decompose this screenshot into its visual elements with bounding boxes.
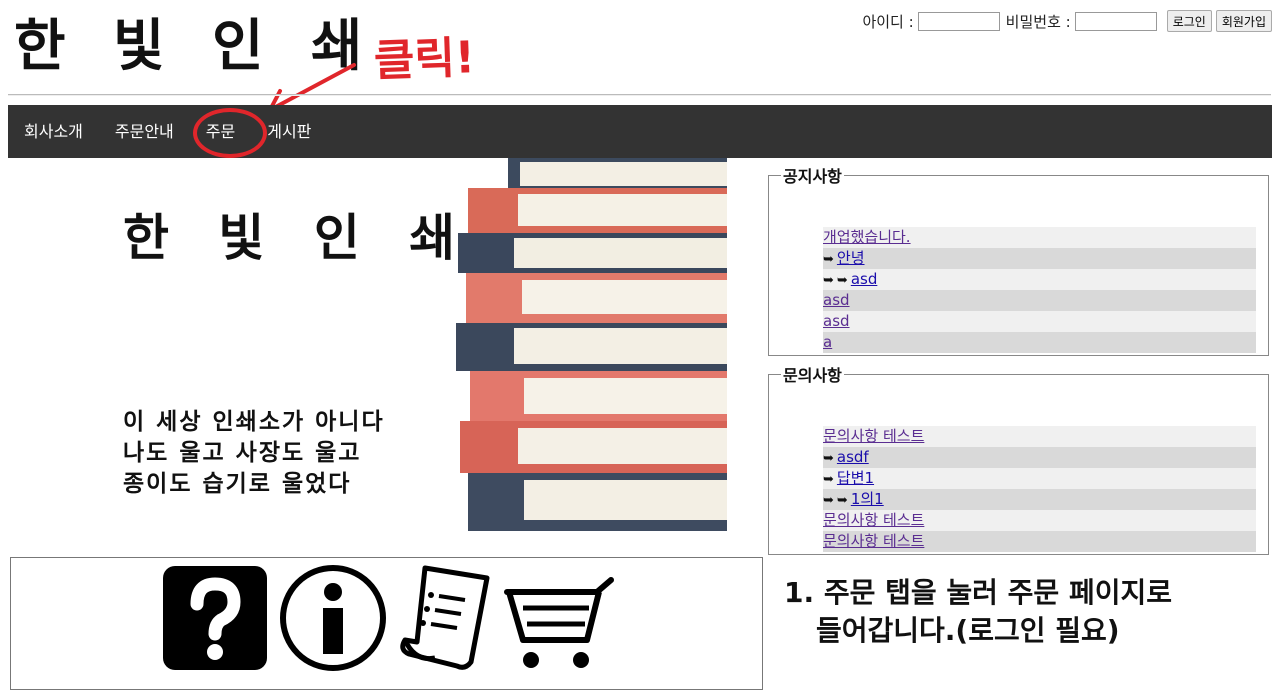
id-input[interactable]	[917, 11, 1000, 31]
qna-link[interactable]: 답변1	[837, 469, 874, 487]
quick-icons-panel	[10, 557, 763, 690]
notice-row: ➥ ➥ asd	[823, 269, 1256, 290]
qna-board: 문의사항 문의사항 테스트 ➥ asdf ➥ 답변1 ➥ ➥ 1의1 문의사항 테스트 문의사항 …	[768, 362, 1269, 555]
nav-order[interactable]: 주문	[190, 105, 251, 158]
password-label: 비밀번호 :	[1005, 12, 1071, 31]
reply-arrow-icon: ➥	[823, 472, 834, 487]
login-bar: 아이디 : 비밀번호 : 로그인 회원가입	[862, 10, 1272, 32]
main-banner: 한 빛 인 쇄 이 세상 인쇄소가 아니다 나도 울고 사장도 울고 종이도 습…	[8, 158, 727, 531]
qna-list: 문의사항 테스트 ➥ asdf ➥ 답변1 ➥ ➥ 1의1 문의사항 테스트 문의사항 테스트	[823, 426, 1256, 552]
notice-row: 개업했습니다.	[823, 227, 1256, 248]
site-logo[interactable]: 한 빛 인 쇄	[14, 10, 377, 82]
instruction-line-1: 1. 주문 탭을 눌러 주문 페이지로	[784, 576, 1172, 609]
qna-link[interactable]: 문의사항 테스트	[823, 427, 924, 445]
qna-link[interactable]: 1의1	[851, 490, 884, 508]
cart-icon[interactable]	[501, 562, 619, 674]
qna-legend: 문의사항	[783, 366, 842, 385]
notice-list: 개업했습니다. ➥ 안녕 ➥ ➥ asd asd asd a	[823, 227, 1256, 353]
signup-button[interactable]: 회원가입	[1215, 10, 1272, 32]
info-icon[interactable]	[277, 562, 389, 674]
order-instruction: 1. 주문 탭을 눌러 주문 페이지로 들어갑니다.(로그인 필요)	[784, 574, 1172, 650]
notice-link[interactable]: 안녕	[837, 249, 865, 267]
nav-company[interactable]: 회사소개	[8, 105, 99, 158]
reply-arrow-icon: ➥	[836, 273, 848, 288]
notice-row: ➥ 안녕	[823, 248, 1256, 269]
qna-row: ➥ 답변1	[823, 468, 1256, 489]
qna-row: ➥ ➥ 1의1	[823, 489, 1256, 510]
qna-link[interactable]: 문의사항 테스트	[823, 532, 924, 550]
qna-row: 문의사항 테스트	[823, 510, 1256, 531]
banner-slogan: 이 세상 인쇄소가 아니다 나도 울고 사장도 울고 종이도 습기로 울었다	[123, 406, 385, 499]
click-callout: 클릭!	[373, 32, 476, 87]
notice-legend: 공지사항	[783, 167, 842, 186]
reply-arrow-icon: ➥	[823, 273, 834, 288]
notice-row: a	[823, 332, 1256, 353]
question-icon[interactable]	[159, 562, 271, 674]
slogan-line: 이 세상 인쇄소가 아니다	[123, 408, 385, 435]
main-navbar: 회사소개 주문안내 주문 게시판	[8, 105, 1272, 158]
notice-row: asd	[823, 311, 1256, 332]
notice-link[interactable]: a	[823, 333, 832, 351]
reply-arrow-icon: ➥	[823, 493, 834, 508]
qna-link[interactable]: asdf	[837, 448, 869, 466]
qna-row: ➥ asdf	[823, 447, 1256, 468]
notice-link[interactable]: asd	[851, 270, 878, 288]
notice-link[interactable]: asd	[823, 312, 850, 330]
qna-link[interactable]: 문의사항 테스트	[823, 511, 924, 529]
notice-link[interactable]: 개업했습니다.	[823, 228, 911, 246]
nav-board[interactable]: 게시판	[251, 105, 327, 158]
book-stack-image	[456, 158, 727, 531]
login-button[interactable]: 로그인	[1166, 10, 1212, 32]
notice-board: 공지사항 개업했습니다. ➥ 안녕 ➥ ➥ asd asd asd a	[768, 163, 1269, 356]
instruction-line-2: 들어갑니다.(로그인 필요)	[816, 614, 1120, 647]
password-input[interactable]	[1074, 11, 1157, 31]
banner-title: 한 빛 인 쇄	[123, 208, 472, 267]
reply-arrow-icon: ➥	[823, 451, 834, 466]
qna-row: 문의사항 테스트	[823, 426, 1256, 447]
reply-arrow-icon: ➥	[836, 493, 848, 508]
id-label: 아이디 :	[862, 12, 914, 31]
slogan-line: 나도 울고 사장도 울고	[123, 439, 362, 466]
reply-arrow-icon: ➥	[823, 252, 834, 267]
document-icon[interactable]	[395, 562, 495, 674]
notice-link[interactable]: asd	[823, 291, 850, 309]
header-divider	[8, 94, 1271, 96]
notice-row: asd	[823, 290, 1256, 311]
slogan-line: 종이도 습기로 울었다	[123, 470, 352, 497]
nav-order-guide[interactable]: 주문안내	[99, 105, 190, 158]
qna-row: 문의사항 테스트	[823, 531, 1256, 552]
